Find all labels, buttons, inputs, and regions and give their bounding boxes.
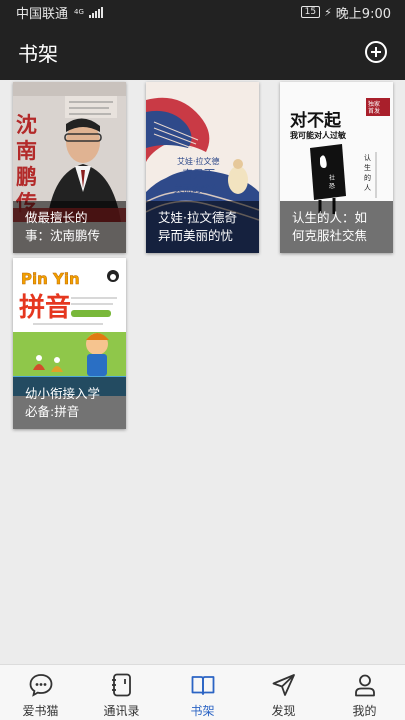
plus-circle-icon xyxy=(365,41,387,63)
book-title: 艾娃·拉文德奇 异而美丽的忧 xyxy=(146,201,259,253)
svg-text:社: 社 xyxy=(329,174,335,182)
tab-label: 通讯录 xyxy=(103,704,140,718)
svg-text:独家: 独家 xyxy=(368,100,380,108)
tab-discover[interactable]: 发现 xyxy=(243,665,324,720)
svg-text:首发: 首发 xyxy=(368,107,380,115)
svg-text:艾娃·拉文德: 艾娃·拉文德 xyxy=(177,156,220,166)
svg-text:我可能对人过敏: 我可能对人过敏 xyxy=(290,130,346,140)
add-book-button[interactable] xyxy=(363,39,389,65)
book-card[interactable]: 沈 南 鹏 传 做最擅长的 事：沈南鹏传 xyxy=(13,82,126,253)
bottom-tab-bar: 爱书猫 通讯录 书架 发现 我的 xyxy=(0,664,405,720)
tab-bookshelf[interactable]: 书架 xyxy=(162,665,243,720)
svg-text:恐: 恐 xyxy=(329,183,335,190)
book-card[interactable]: Pin Yin 拼音 幼小衔接入学 必备:拼音 xyxy=(13,258,126,429)
book-card[interactable]: 艾娃·拉文德 奇异而 美丽的忧伤 艾娃·拉文德奇 异而美丽的忧 xyxy=(146,82,259,253)
tab-contacts[interactable]: 通讯录 xyxy=(81,665,162,720)
svg-text:对不起: 对不起 xyxy=(290,110,342,131)
svg-text:拼音: 拼音 xyxy=(19,292,71,323)
book-card[interactable]: 对不起 我可能对人过敏 独家 首发 社 恐 认 生 的 人 认生的人：如 何克服… xyxy=(280,82,393,253)
chat-bubble-icon xyxy=(29,674,52,697)
app-bar: 书架 xyxy=(0,24,405,80)
book-title: 幼小衔接入学 必备:拼音 xyxy=(13,377,126,429)
svg-text:美丽的忧伤: 美丽的忧伤 xyxy=(174,183,219,195)
tab-label: 书架 xyxy=(190,704,215,718)
paper-plane-icon xyxy=(272,674,295,696)
carrier-label: 中国联通 xyxy=(16,6,69,22)
svg-text:沈: 沈 xyxy=(16,112,37,137)
status-bar: 中国联通 4G 15 ⚡ 晚上9:00 xyxy=(0,0,405,24)
tab-label: 爱书猫 xyxy=(22,704,59,718)
svg-text:认: 认 xyxy=(364,153,371,162)
battery-icon: 15 xyxy=(300,6,321,18)
svg-text:人: 人 xyxy=(364,184,371,192)
svg-text:的: 的 xyxy=(364,173,371,182)
book-title: 做最擅长的 事：沈南鹏传 xyxy=(13,201,126,253)
tab-label: 我的 xyxy=(352,704,377,718)
charging-icon: ⚡ xyxy=(324,5,332,19)
svg-text:生: 生 xyxy=(364,163,371,172)
address-book-icon xyxy=(111,673,131,697)
page-title: 书架 xyxy=(18,41,58,66)
svg-text:奇异而: 奇异而 xyxy=(182,168,215,181)
signal-icon xyxy=(88,6,103,18)
bookshelf: 沈 南 鹏 传 做最擅长的 事：沈南鹏传 xyxy=(0,80,405,664)
clock: 晚上9:00 xyxy=(335,6,391,22)
person-icon xyxy=(354,674,375,697)
open-book-icon xyxy=(191,676,214,695)
tab-aishumao[interactable]: 爱书猫 xyxy=(0,665,81,720)
svg-text:鹏: 鹏 xyxy=(16,164,37,189)
svg-text:Pin Yin: Pin Yin xyxy=(21,270,80,288)
tab-label: 发现 xyxy=(271,704,296,718)
network-type: 4G xyxy=(74,7,84,16)
svg-text:南: 南 xyxy=(16,138,37,163)
tab-profile[interactable]: 我的 xyxy=(324,665,405,720)
book-title: 认生的人：如 何克服社交焦 xyxy=(280,201,393,253)
